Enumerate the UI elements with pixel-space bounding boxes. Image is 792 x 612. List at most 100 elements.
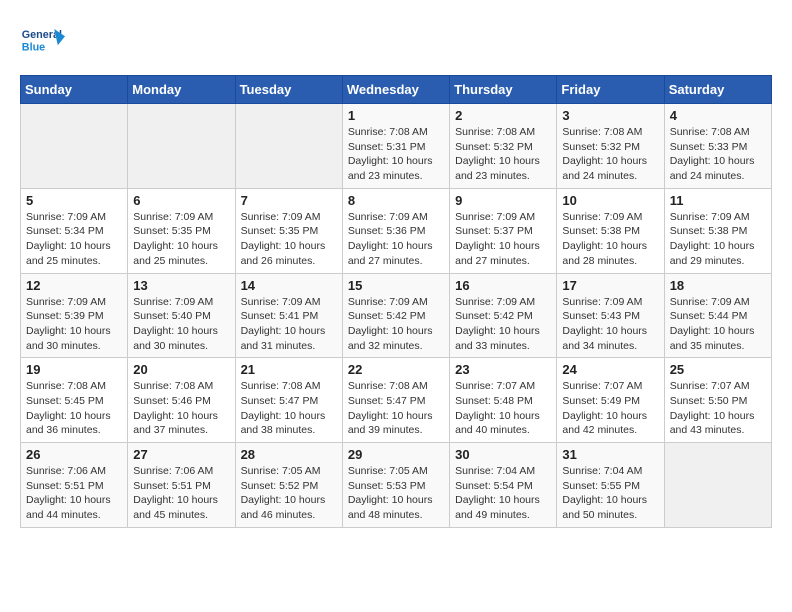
day-cell: 5 Sunrise: 7:09 AMSunset: 5:34 PMDaylight… (21, 188, 128, 273)
day-number: 6 (133, 193, 229, 208)
day-number: 5 (26, 193, 122, 208)
day-number: 30 (455, 447, 551, 462)
day-info: Sunrise: 7:09 AMSunset: 5:38 PMDaylight:… (562, 210, 658, 269)
day-info: Sunrise: 7:08 AMSunset: 5:32 PMDaylight:… (562, 125, 658, 184)
day-cell: 3 Sunrise: 7:08 AMSunset: 5:32 PMDaylight… (557, 104, 664, 189)
day-cell: 20 Sunrise: 7:08 AMSunset: 5:46 PMDayligh… (128, 358, 235, 443)
day-info: Sunrise: 7:08 AMSunset: 5:47 PMDaylight:… (241, 379, 337, 438)
day-info: Sunrise: 7:09 AMSunset: 5:39 PMDaylight:… (26, 295, 122, 354)
day-cell: 4 Sunrise: 7:08 AMSunset: 5:33 PMDaylight… (664, 104, 771, 189)
day-header-saturday: Saturday (664, 76, 771, 104)
calendar-header: SundayMondayTuesdayWednesdayThursdayFrid… (21, 76, 772, 104)
day-number: 4 (670, 108, 766, 123)
logo-icon: General Blue (20, 20, 65, 65)
day-cell (664, 443, 771, 528)
week-row-2: 5 Sunrise: 7:09 AMSunset: 5:34 PMDaylight… (21, 188, 772, 273)
day-cell: 10Sunrise: 7:09 AMSunset: 5:38 PMDayligh… (557, 188, 664, 273)
day-info: Sunrise: 7:09 AMSunset: 5:42 PMDaylight:… (348, 295, 444, 354)
day-number: 24 (562, 362, 658, 377)
day-number: 11 (670, 193, 766, 208)
day-info: Sunrise: 7:08 AMSunset: 5:46 PMDaylight:… (133, 379, 229, 438)
day-info: Sunrise: 7:09 AMSunset: 5:41 PMDaylight:… (241, 295, 337, 354)
day-info: Sunrise: 7:05 AMSunset: 5:53 PMDaylight:… (348, 464, 444, 523)
week-row-5: 26 Sunrise: 7:06 AMSunset: 5:51 PMDayligh… (21, 443, 772, 528)
day-info: Sunrise: 7:07 AMSunset: 5:50 PMDaylight:… (670, 379, 766, 438)
day-info: Sunrise: 7:09 AMSunset: 5:36 PMDaylight:… (348, 210, 444, 269)
day-info: Sunrise: 7:08 AMSunset: 5:47 PMDaylight:… (348, 379, 444, 438)
day-number: 7 (241, 193, 337, 208)
day-info: Sunrise: 7:05 AMSunset: 5:52 PMDaylight:… (241, 464, 337, 523)
day-number: 20 (133, 362, 229, 377)
day-info: Sunrise: 7:08 AMSunset: 5:32 PMDaylight:… (455, 125, 551, 184)
day-cell: 7 Sunrise: 7:09 AMSunset: 5:35 PMDaylight… (235, 188, 342, 273)
day-number: 26 (26, 447, 122, 462)
day-info: Sunrise: 7:09 AMSunset: 5:37 PMDaylight:… (455, 210, 551, 269)
day-number: 29 (348, 447, 444, 462)
day-cell: 27 Sunrise: 7:06 AMSunset: 5:51 PMDayligh… (128, 443, 235, 528)
day-number: 17 (562, 278, 658, 293)
logo: General Blue (20, 20, 65, 65)
day-cell: 19 Sunrise: 7:08 AMSunset: 5:45 PMDayligh… (21, 358, 128, 443)
day-number: 13 (133, 278, 229, 293)
day-number: 28 (241, 447, 337, 462)
day-number: 9 (455, 193, 551, 208)
day-number: 8 (348, 193, 444, 208)
day-cell: 1Sunrise: 7:08 AMSunset: 5:31 PMDaylight… (342, 104, 449, 189)
header: General Blue (20, 20, 772, 65)
week-row-3: 12 Sunrise: 7:09 AMSunset: 5:39 PMDayligh… (21, 273, 772, 358)
day-info: Sunrise: 7:09 AMSunset: 5:35 PMDaylight:… (133, 210, 229, 269)
day-info: Sunrise: 7:08 AMSunset: 5:33 PMDaylight:… (670, 125, 766, 184)
day-header-friday: Friday (557, 76, 664, 104)
day-number: 23 (455, 362, 551, 377)
day-info: Sunrise: 7:09 AMSunset: 5:42 PMDaylight:… (455, 295, 551, 354)
calendar: SundayMondayTuesdayWednesdayThursdayFrid… (20, 75, 772, 528)
day-number: 25 (670, 362, 766, 377)
day-number: 14 (241, 278, 337, 293)
day-number: 2 (455, 108, 551, 123)
day-header-wednesday: Wednesday (342, 76, 449, 104)
day-header-monday: Monday (128, 76, 235, 104)
day-cell: 15 Sunrise: 7:09 AMSunset: 5:42 PMDayligh… (342, 273, 449, 358)
day-cell: 31 Sunrise: 7:04 AMSunset: 5:55 PMDayligh… (557, 443, 664, 528)
day-cell: 23Sunrise: 7:07 AMSunset: 5:48 PMDayligh… (450, 358, 557, 443)
day-cell: 18 Sunrise: 7:09 AMSunset: 5:44 PMDayligh… (664, 273, 771, 358)
day-number: 3 (562, 108, 658, 123)
day-number: 18 (670, 278, 766, 293)
days-of-week-row: SundayMondayTuesdayWednesdayThursdayFrid… (21, 76, 772, 104)
day-cell: 6 Sunrise: 7:09 AMSunset: 5:35 PMDaylight… (128, 188, 235, 273)
day-cell: 26 Sunrise: 7:06 AMSunset: 5:51 PMDayligh… (21, 443, 128, 528)
day-info: Sunrise: 7:09 AMSunset: 5:43 PMDaylight:… (562, 295, 658, 354)
day-cell (128, 104, 235, 189)
day-info: Sunrise: 7:09 AMSunset: 5:34 PMDaylight:… (26, 210, 122, 269)
day-number: 12 (26, 278, 122, 293)
day-cell: 29 Sunrise: 7:05 AMSunset: 5:53 PMDayligh… (342, 443, 449, 528)
day-info: Sunrise: 7:09 AMSunset: 5:44 PMDaylight:… (670, 295, 766, 354)
day-cell: 17 Sunrise: 7:09 AMSunset: 5:43 PMDayligh… (557, 273, 664, 358)
day-cell: 30 Sunrise: 7:04 AMSunset: 5:54 PMDayligh… (450, 443, 557, 528)
day-info: Sunrise: 7:07 AMSunset: 5:49 PMDaylight:… (562, 379, 658, 438)
day-info: Sunrise: 7:09 AMSunset: 5:40 PMDaylight:… (133, 295, 229, 354)
day-number: 31 (562, 447, 658, 462)
day-info: Sunrise: 7:04 AMSunset: 5:55 PMDaylight:… (562, 464, 658, 523)
day-info: Sunrise: 7:09 AMSunset: 5:35 PMDaylight:… (241, 210, 337, 269)
day-cell (235, 104, 342, 189)
day-number: 16 (455, 278, 551, 293)
day-cell: 9 Sunrise: 7:09 AMSunset: 5:37 PMDaylight… (450, 188, 557, 273)
day-number: 19 (26, 362, 122, 377)
day-cell: 13 Sunrise: 7:09 AMSunset: 5:40 PMDayligh… (128, 273, 235, 358)
svg-text:Blue: Blue (22, 42, 45, 54)
day-info: Sunrise: 7:04 AMSunset: 5:54 PMDaylight:… (455, 464, 551, 523)
day-number: 15 (348, 278, 444, 293)
day-header-tuesday: Tuesday (235, 76, 342, 104)
day-number: 27 (133, 447, 229, 462)
day-cell: 28 Sunrise: 7:05 AMSunset: 5:52 PMDayligh… (235, 443, 342, 528)
day-info: Sunrise: 7:08 AMSunset: 5:45 PMDaylight:… (26, 379, 122, 438)
day-number: 22 (348, 362, 444, 377)
day-cell (21, 104, 128, 189)
day-number: 1 (348, 108, 444, 123)
calendar-body: 1Sunrise: 7:08 AMSunset: 5:31 PMDaylight… (21, 104, 772, 528)
day-info: Sunrise: 7:06 AMSunset: 5:51 PMDaylight:… (26, 464, 122, 523)
day-info: Sunrise: 7:06 AMSunset: 5:51 PMDaylight:… (133, 464, 229, 523)
day-cell: 24 Sunrise: 7:07 AMSunset: 5:49 PMDayligh… (557, 358, 664, 443)
day-cell: 22 Sunrise: 7:08 AMSunset: 5:47 PMDayligh… (342, 358, 449, 443)
